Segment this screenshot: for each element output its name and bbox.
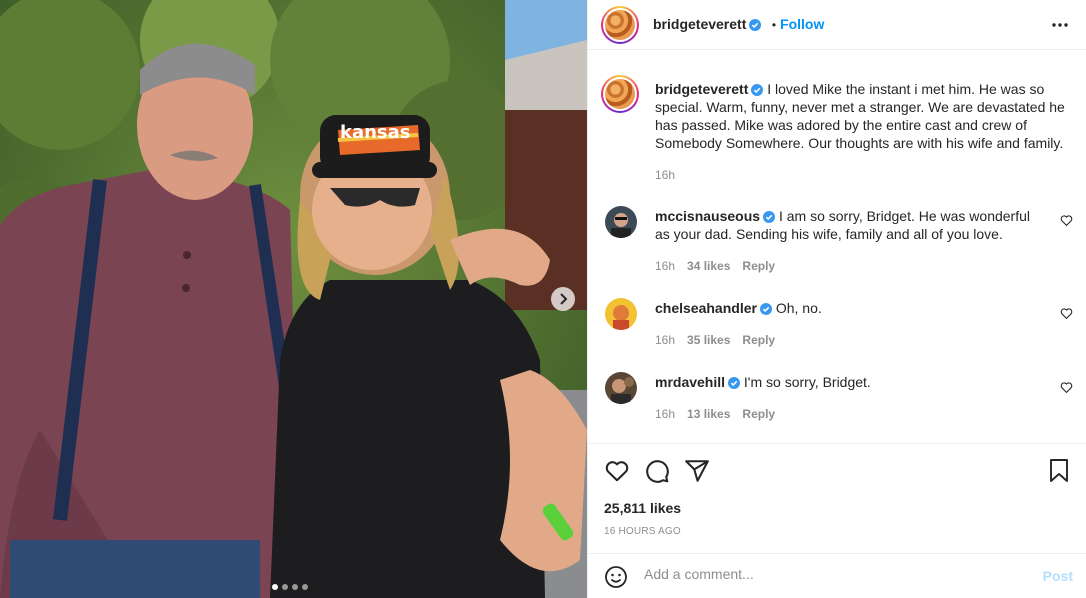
carousel-dot <box>292 584 298 590</box>
verified-badge-icon <box>763 211 776 223</box>
verified-badge-icon <box>751 84 764 96</box>
share-icon[interactable] <box>684 458 710 484</box>
heart-icon[interactable] <box>604 458 630 484</box>
comment-time[interactable]: 16h <box>655 259 675 273</box>
comment-time[interactable]: 16h <box>655 407 675 421</box>
comment-likes[interactable]: 35 likes <box>687 333 730 347</box>
author-avatar[interactable] <box>601 6 639 44</box>
comment-username[interactable]: mccisnauseous <box>655 208 760 224</box>
comment-input[interactable] <box>644 566 1024 582</box>
instagram-post-view: kansas bridgeteverett • Follow bridgetev… <box>0 0 1086 598</box>
comment-icon[interactable] <box>644 458 670 484</box>
comment-avatar[interactable] <box>605 372 637 404</box>
comment-likes[interactable]: 34 likes <box>687 259 730 273</box>
add-comment-bar: Post <box>588 553 1086 598</box>
heart-icon[interactable] <box>1060 307 1073 320</box>
comment-meta: 16h 34 likes Reply <box>655 259 787 273</box>
carousel-dot <box>272 584 278 590</box>
carousel-indicator <box>272 584 308 590</box>
carousel-next-button[interactable] <box>551 287 575 311</box>
comment-meta: 16h 13 likes Reply <box>655 407 787 421</box>
comment-body: I'm so sorry, Bridget. <box>743 374 871 390</box>
bookmark-icon[interactable] <box>1047 458 1071 484</box>
post-like-count[interactable]: 25,811 likes <box>604 500 681 516</box>
carousel-dot <box>282 584 288 590</box>
verified-badge-icon <box>749 19 762 31</box>
header-separator: • <box>771 18 777 32</box>
post-header: bridgeteverett • Follow <box>588 0 1086 50</box>
author-username[interactable]: bridgeteverett <box>653 16 746 32</box>
chevron-right-icon <box>560 293 568 305</box>
comment-meta: 16h 35 likes Reply <box>655 333 787 347</box>
post-comment-button[interactable]: Post <box>1043 568 1073 584</box>
comment-username[interactable]: chelseahandler <box>655 300 757 316</box>
comment-text: mccisnauseous I am so sorry, Bridget. He… <box>655 207 1045 243</box>
photo-illustration: kansas <box>0 0 587 598</box>
hat-text: kansas <box>340 122 411 143</box>
caption-author-avatar[interactable] <box>601 75 639 113</box>
caption-text: bridgeteverett I loved Mike the instant … <box>655 80 1065 152</box>
post-photo[interactable]: kansas <box>0 0 587 598</box>
caption-username[interactable]: bridgeteverett <box>655 81 748 97</box>
comment-time[interactable]: 16h <box>655 333 675 347</box>
reply-button[interactable]: Reply <box>742 333 775 347</box>
comment-likes[interactable]: 13 likes <box>687 407 730 421</box>
verified-badge-icon <box>728 377 741 389</box>
comment-avatar[interactable] <box>605 206 637 238</box>
caption-meta: 16h <box>655 168 687 182</box>
reply-button[interactable]: Reply <box>742 407 775 421</box>
comment-avatar[interactable] <box>605 298 637 330</box>
carousel-dot <box>302 584 308 590</box>
reply-button[interactable]: Reply <box>742 259 775 273</box>
post-timestamp[interactable]: 16 HOURS AGO <box>604 526 681 537</box>
heart-icon[interactable] <box>1060 214 1073 227</box>
comment-body: Oh, no. <box>775 300 822 316</box>
post-actions: 25,811 likes 16 HOURS AGO <box>588 443 1086 553</box>
comment-text: mrdavehill I'm so sorry, Bridget. <box>655 373 1045 391</box>
caption-time[interactable]: 16h <box>655 168 675 182</box>
emoji-icon[interactable] <box>604 565 628 589</box>
follow-button[interactable]: Follow <box>780 16 824 32</box>
post-side-panel: bridgeteverett • Follow bridgeteverett I … <box>587 0 1086 598</box>
comment-text: chelseahandler Oh, no. <box>655 299 1045 317</box>
more-options-icon[interactable] <box>1051 16 1069 34</box>
heart-icon[interactable] <box>1060 381 1073 394</box>
comment-username[interactable]: mrdavehill <box>655 374 725 390</box>
verified-badge-icon <box>759 303 772 315</box>
